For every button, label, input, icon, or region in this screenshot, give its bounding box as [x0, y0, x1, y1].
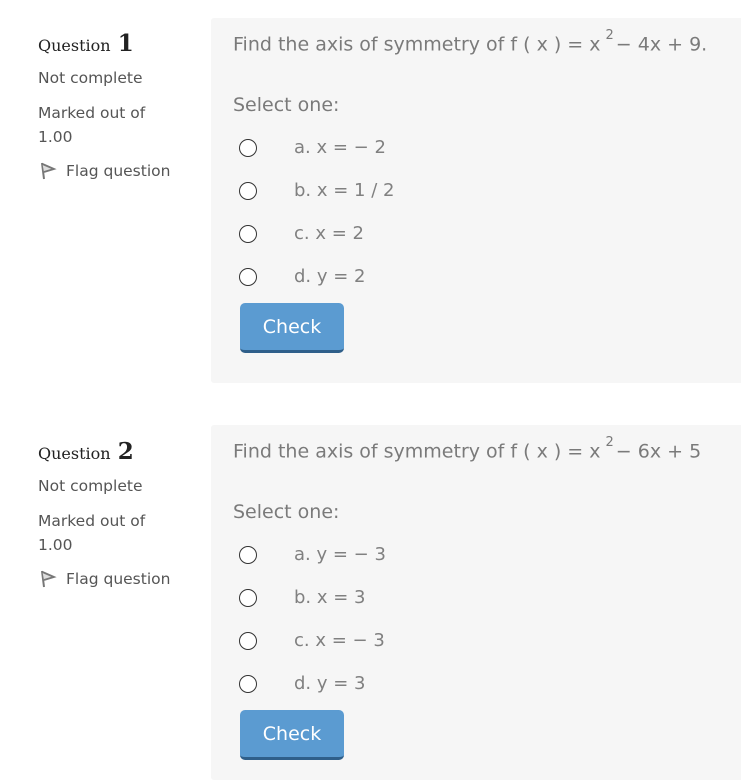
answer-label[interactable]: b. x = 1 / 2 [294, 180, 394, 201]
radio-button[interactable] [239, 181, 257, 200]
question-number-value: 2 [117, 438, 134, 465]
answer-list: a. x = − 2 b. x = 1 / 2 c. x = 2 d. y = … [239, 126, 394, 298]
question-content: Find the axis of symmetry of f ( x ) = x… [211, 425, 741, 780]
answer-option-a[interactable]: a. y = − 3 [239, 533, 386, 576]
flag-label: Flag question [66, 570, 171, 588]
question-text-main: Find the axis of symmetry of f ( x ) = x [233, 440, 601, 463]
question-state: Not complete [38, 69, 143, 87]
exponent: 2 [605, 28, 614, 43]
select-one-prompt: Select one: [233, 94, 340, 116]
question-text-rest: − 6x + 5 [615, 440, 702, 463]
flag-question-link[interactable]: Flag question [38, 161, 203, 181]
question-grade: Marked out of 1.00 [38, 509, 203, 557]
flag-icon [38, 569, 58, 589]
answer-option-b[interactable]: b. x = 1 / 2 [239, 169, 394, 212]
answer-option-b[interactable]: b. x = 3 [239, 576, 386, 619]
select-one-prompt: Select one: [233, 501, 340, 523]
question-number-value: 1 [117, 30, 134, 57]
grade-label: Marked out of [38, 104, 146, 122]
question-text-main: Find the axis of symmetry of f ( x ) = x [233, 33, 601, 56]
question-number: Question 2 [38, 438, 203, 465]
question-info: Question 1 Not complete Marked out of 1.… [38, 30, 203, 181]
answer-label[interactable]: b. x = 3 [294, 587, 366, 608]
radio-button[interactable] [239, 224, 257, 243]
answer-label[interactable]: c. x = − 3 [294, 630, 385, 651]
grade-value: 1.00 [38, 536, 73, 554]
question-text: Find the axis of symmetry of f ( x ) = x… [233, 28, 708, 56]
radio-button[interactable] [239, 138, 257, 157]
answer-label[interactable]: d. y = 2 [294, 266, 366, 287]
answer-option-c[interactable]: c. x = 2 [239, 212, 394, 255]
question-text: Find the axis of symmetry of f ( x ) = x… [233, 435, 702, 463]
answer-list: a. y = − 3 b. x = 3 c. x = − 3 d. y = 3 [239, 533, 386, 705]
question-label: Question [38, 36, 111, 55]
radio-button[interactable] [239, 267, 257, 286]
answer-label[interactable]: d. y = 3 [294, 673, 366, 694]
question-info: Question 2 Not complete Marked out of 1.… [38, 438, 203, 589]
exponent: 2 [605, 435, 614, 450]
answer-option-d[interactable]: d. y = 2 [239, 255, 394, 298]
question-state: Not complete [38, 477, 143, 495]
grade-value: 1.00 [38, 128, 73, 146]
check-button[interactable]: Check [240, 710, 344, 760]
answer-option-a[interactable]: a. x = − 2 [239, 126, 394, 169]
answer-label[interactable]: c. x = 2 [294, 223, 364, 244]
radio-button[interactable] [239, 545, 257, 564]
radio-button[interactable] [239, 588, 257, 607]
question-label: Question [38, 444, 111, 463]
answer-option-c[interactable]: c. x = − 3 [239, 619, 386, 662]
flag-question-link[interactable]: Flag question [38, 569, 203, 589]
flag-icon [38, 161, 58, 181]
question-text-rest: − 4x + 9. [615, 33, 708, 56]
flag-label: Flag question [66, 162, 171, 180]
check-button[interactable]: Check [240, 303, 344, 353]
question-grade: Marked out of 1.00 [38, 101, 203, 149]
radio-button[interactable] [239, 631, 257, 650]
answer-option-d[interactable]: d. y = 3 [239, 662, 386, 705]
answer-label[interactable]: a. y = − 3 [294, 544, 386, 565]
grade-label: Marked out of [38, 512, 146, 530]
question-number: Question 1 [38, 30, 203, 57]
radio-button[interactable] [239, 674, 257, 693]
question-content: Find the axis of symmetry of f ( x ) = x… [211, 18, 741, 383]
answer-label[interactable]: a. x = − 2 [294, 137, 386, 158]
